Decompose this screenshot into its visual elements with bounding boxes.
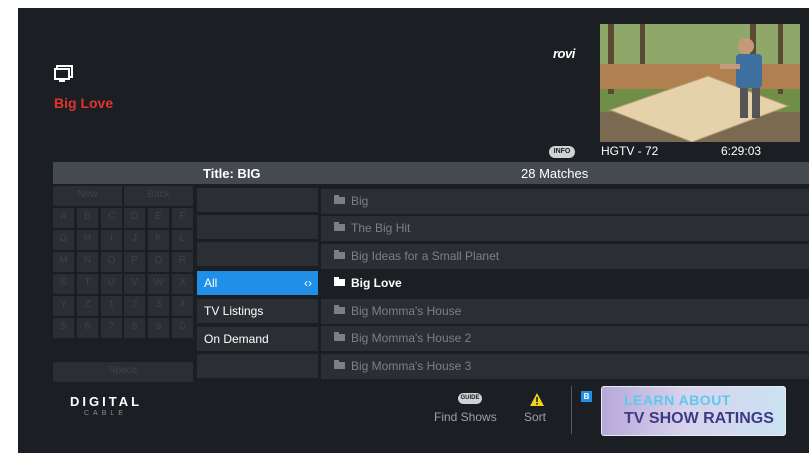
- key[interactable]: V: [124, 274, 145, 294]
- digital-cable-logo: DIGITAL: [70, 394, 143, 409]
- key[interactable]: I: [101, 230, 122, 250]
- result-row[interactable]: Big Momma's House 2: [321, 326, 809, 351]
- key-new[interactable]: New: [53, 186, 122, 206]
- key[interactable]: C: [101, 208, 122, 228]
- folder-icon: [334, 332, 345, 342]
- result-title: The Big Hit: [351, 221, 411, 235]
- channel-label: HGTV - 72: [601, 144, 659, 158]
- footer-divider: [571, 386, 572, 434]
- key[interactable]: 7: [101, 318, 122, 338]
- key[interactable]: L: [172, 230, 193, 250]
- key[interactable]: R: [172, 252, 193, 272]
- folder-icon: [334, 250, 345, 260]
- onscreen-keyboard: New Back A B C D E F G H I J K L M N O P…: [53, 186, 193, 382]
- result-title: Big Ideas for a Small Planet: [351, 249, 500, 263]
- key[interactable]: 5: [53, 318, 74, 338]
- key[interactable]: X: [172, 274, 193, 294]
- key[interactable]: 2: [124, 296, 145, 316]
- info-button-icon[interactable]: INFO: [549, 146, 575, 158]
- key-space[interactable]: Space: [53, 362, 193, 382]
- left-right-arrows-icon[interactable]: ‹›: [304, 271, 312, 295]
- find-shows-button[interactable]: Find Shows: [434, 410, 497, 424]
- key[interactable]: U: [101, 274, 122, 294]
- key[interactable]: B: [77, 208, 98, 228]
- rovi-logo: rovi: [553, 46, 575, 61]
- key[interactable]: 1: [101, 296, 122, 316]
- result-row[interactable]: Big Momma's House 3: [321, 354, 809, 379]
- key[interactable]: E: [148, 208, 169, 228]
- folder-icon: [334, 222, 345, 232]
- filter-item-empty: [197, 242, 318, 266]
- result-row[interactable]: Big Ideas for a Small Planet: [321, 244, 809, 269]
- warning-icon[interactable]: [530, 393, 544, 406]
- filter-on-demand[interactable]: On Demand: [197, 327, 318, 351]
- digital-cable-logo-sub: CABLE: [84, 410, 127, 417]
- match-count: 28 Matches: [521, 166, 589, 181]
- preview-image: [600, 24, 800, 142]
- folder-icon: [334, 305, 345, 315]
- program-title: Big Love: [54, 95, 114, 111]
- screen: Big Love rovi INFO HGTV - 72 6:29:03 Tit…: [18, 8, 809, 453]
- filter-label: TV Listings: [204, 304, 264, 318]
- key[interactable]: T: [77, 274, 98, 294]
- key-back[interactable]: Back: [124, 186, 193, 206]
- sort-button[interactable]: Sort: [524, 410, 546, 424]
- key[interactable]: H: [77, 230, 98, 250]
- banner-line-1: LEARN ABOUT: [624, 392, 731, 408]
- tv-icon: [54, 65, 73, 82]
- key[interactable]: 8: [124, 318, 145, 338]
- search-title: Title: BIG: [203, 166, 261, 181]
- result-row[interactable]: Big Momma's House: [321, 299, 809, 324]
- result-row[interactable]: Big: [321, 189, 809, 214]
- b-key-icon[interactable]: B: [581, 391, 592, 402]
- key[interactable]: G: [53, 230, 74, 250]
- result-title: Big Love: [351, 276, 402, 290]
- result-title: Big Momma's House 2: [351, 331, 472, 345]
- filter-item-empty: [197, 215, 318, 239]
- key[interactable]: F: [172, 208, 193, 228]
- filter-label: All: [204, 276, 218, 290]
- filter-label: On Demand: [204, 332, 269, 346]
- key[interactable]: 3: [148, 296, 169, 316]
- key[interactable]: W: [148, 274, 169, 294]
- filter-all[interactable]: All ‹›: [197, 271, 318, 295]
- folder-icon: [334, 195, 345, 205]
- tv-ratings-banner[interactable]: LEARN ABOUT TV SHOW RATINGS: [601, 386, 786, 436]
- key[interactable]: 9: [148, 318, 169, 338]
- result-row[interactable]: The Big Hit: [321, 216, 809, 241]
- result-title: Big: [351, 194, 369, 208]
- key[interactable]: 4: [172, 296, 193, 316]
- key[interactable]: S: [53, 274, 74, 294]
- key[interactable]: Q: [148, 252, 169, 272]
- filter-tv-listings[interactable]: TV Listings: [197, 299, 318, 323]
- result-row-selected[interactable]: Big Love: [321, 271, 809, 296]
- key[interactable]: M: [53, 252, 74, 272]
- key[interactable]: J: [124, 230, 145, 250]
- search-header: [53, 162, 809, 184]
- key[interactable]: K: [148, 230, 169, 250]
- key[interactable]: O: [101, 252, 122, 272]
- result-title: Big Momma's House: [351, 304, 462, 318]
- key[interactable]: Z: [77, 296, 98, 316]
- key[interactable]: Y: [53, 296, 74, 316]
- folder-icon: [334, 277, 345, 287]
- key[interactable]: A: [53, 208, 74, 228]
- result-title: Big Momma's House 3: [351, 359, 472, 373]
- filter-item-empty: [197, 188, 318, 212]
- guide-button-icon[interactable]: GUIDE: [458, 393, 482, 404]
- key[interactable]: P: [124, 252, 145, 272]
- filter-item-empty: [197, 354, 318, 378]
- key[interactable]: D: [124, 208, 145, 228]
- key[interactable]: 6: [77, 318, 98, 338]
- banner-line-2: TV SHOW RATINGS: [624, 410, 774, 427]
- key[interactable]: 0: [172, 318, 193, 338]
- key[interactable]: N: [77, 252, 98, 272]
- clock: 6:29:03: [721, 144, 762, 158]
- folder-icon: [334, 360, 345, 370]
- video-preview[interactable]: [600, 24, 800, 142]
